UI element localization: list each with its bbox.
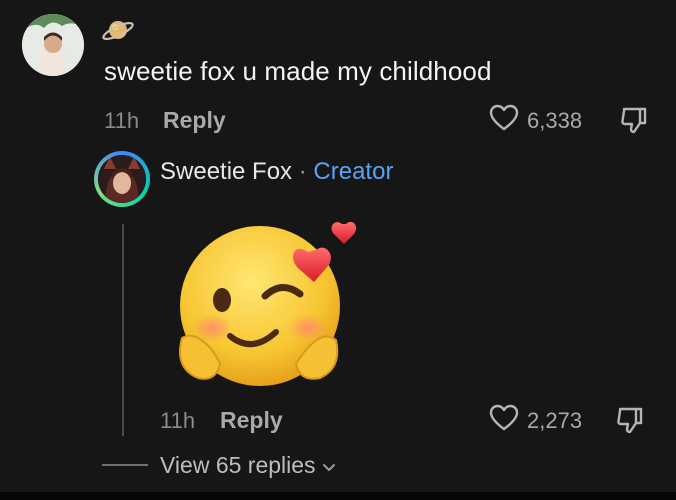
author-separator: · — [298, 158, 307, 185]
ringed-planet-icon — [100, 12, 136, 48]
comment-timestamp: 11h — [104, 108, 140, 133]
comment-reply-button[interactable]: Reply — [163, 107, 226, 134]
bottom-edge — [0, 492, 676, 500]
winking-face-with-hearts-emoji — [170, 218, 370, 390]
reply-author-name[interactable]: Sweetie Fox — [160, 158, 292, 185]
heart-icon — [489, 404, 519, 437]
reply-author-line: Sweetie Fox · Creator — [160, 157, 393, 187]
reply-like-button[interactable]: 2,273 — [489, 404, 582, 437]
view-replies-divider — [102, 464, 148, 466]
commenter-avatar[interactable] — [22, 14, 84, 76]
chevron-down-icon — [322, 452, 336, 479]
reply-like-count: 2,273 — [527, 407, 583, 433]
thumbs-down-icon — [614, 407, 646, 440]
creator-avatar[interactable] — [94, 151, 150, 207]
comment-like-button[interactable]: 6,338 — [489, 104, 582, 137]
heart-icon — [489, 104, 519, 137]
view-replies-label: View 65 replies — [160, 452, 316, 478]
comment-like-count: 6,338 — [527, 107, 583, 133]
creator-badge: Creator — [313, 158, 394, 185]
view-replies-button[interactable]: View 65 replies — [160, 452, 336, 479]
comment-dislike-button[interactable] — [618, 104, 650, 141]
thumbs-down-icon — [618, 107, 650, 140]
thread-line — [122, 224, 124, 436]
reply-timestamp: 11h — [160, 408, 196, 433]
reply-reply-button[interactable]: Reply — [220, 407, 283, 434]
reply-dislike-button[interactable] — [614, 404, 646, 441]
comment-text: sweetie fox u made my childhood — [104, 56, 492, 86]
